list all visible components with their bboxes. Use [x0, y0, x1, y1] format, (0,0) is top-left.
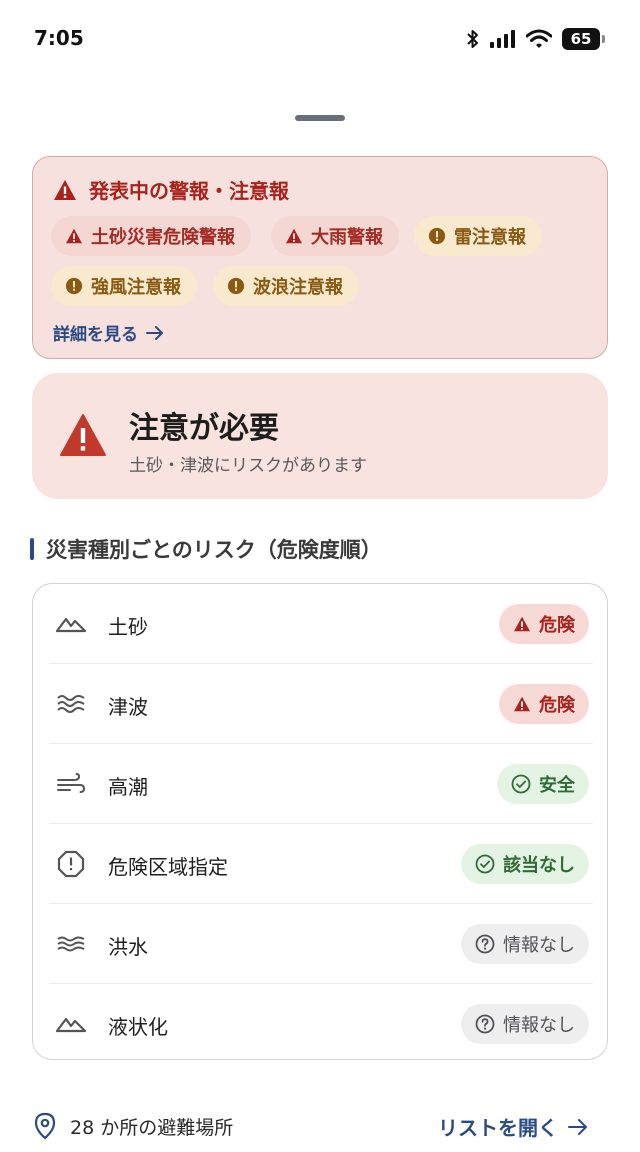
caution-subtitle: 土砂・津波にリスクがあります	[129, 456, 367, 476]
arrow-right-icon	[568, 1118, 587, 1135]
warning-triangle-icon	[514, 616, 530, 632]
risk-row-storm-surge[interactable]: 高潮 安全	[33, 744, 609, 824]
risk-row-hazard-zone[interactable]: 危険区域指定 該当なし	[33, 824, 609, 904]
alerts-header: 発表中の警報・注意報	[53, 175, 289, 204]
section-accent-bar	[30, 538, 34, 560]
details-link-label: 詳細を見る	[53, 325, 138, 345]
chip-label: 雷注意報	[454, 227, 526, 248]
risk-row-liquefaction[interactable]: 液状化 情報なし	[33, 984, 609, 1064]
warning-triangle-icon	[286, 228, 302, 244]
alerts-card[interactable]: 発表中の警報・注意報 土砂災害危険警報 大雨警報 雷注意報 強風注意報 波浪注意…	[32, 156, 608, 359]
chip-label: 波浪注意報	[253, 277, 343, 298]
risk-label: 液状化	[108, 1015, 168, 1039]
badge-label: 情報なし	[503, 935, 575, 956]
alert-circle-icon	[227, 277, 245, 295]
shelter-summary: 28 か所の避難場所	[34, 1112, 233, 1140]
status-bar: 7:05 65	[0, 0, 640, 80]
chip-label: 強風注意報	[91, 277, 181, 298]
alert-chip-thunder-advisory[interactable]: 雷注意報	[414, 216, 542, 256]
bluetooth-icon	[467, 30, 478, 48]
status-badge-no-info: 情報なし	[461, 924, 589, 964]
question-circle-icon	[475, 934, 495, 954]
alerts-title: 発表中の警報・注意報	[89, 179, 289, 203]
phone-screen: 7:05 65 発表中の警報・注意報 土砂災害危険警報 大雨警報 雷注意報 強風…	[0, 0, 640, 1152]
warning-triangle-icon	[54, 179, 76, 200]
alert-circle-icon	[65, 277, 83, 295]
shelter-count-text: 28 か所の避難場所	[70, 1116, 234, 1139]
alert-chip-landslide-warning[interactable]: 土砂災害危険警報	[51, 216, 251, 256]
status-badge-danger: 危険	[499, 684, 589, 724]
badge-label: 危険	[539, 695, 575, 716]
wifi-icon	[526, 29, 552, 48]
badge-label: 情報なし	[503, 1015, 575, 1036]
risk-section-header: 災害種別ごとのリスク（危険度順）	[30, 534, 382, 564]
details-link[interactable]: 詳細を見る	[53, 320, 164, 345]
risk-row-tsunami[interactable]: 津波 危険	[33, 664, 609, 744]
mountain-icon	[55, 609, 87, 639]
chip-label: 大雨警報	[311, 227, 383, 248]
risk-row-flood[interactable]: 洪水 情報なし	[33, 904, 609, 984]
open-list-label: リストを開く	[438, 1116, 558, 1140]
warning-triangle-icon	[60, 414, 106, 456]
risk-label: 危険区域指定	[108, 855, 228, 879]
wind-icon	[55, 769, 87, 799]
status-badge-danger: 危険	[499, 604, 589, 644]
risk-label: 津波	[108, 695, 148, 719]
badge-label: 該当なし	[503, 855, 575, 876]
battery-indicator: 65	[562, 28, 605, 50]
risk-section-title: 災害種別ごとのリスク（危険度順）	[46, 538, 382, 562]
risk-row-landslide[interactable]: 土砂 危険	[33, 584, 609, 664]
risk-list: 土砂 危険 津波 危険 高潮 安全 危険区域指定 該当なし 洪水 情報なし 液状…	[32, 583, 608, 1060]
water-icon	[55, 929, 87, 959]
open-list-link[interactable]: リストを開く	[438, 1112, 588, 1141]
octagon-alert-icon	[55, 849, 87, 879]
status-badge-no-info: 情報なし	[461, 1004, 589, 1044]
risk-label: 洪水	[108, 935, 148, 959]
check-circle-icon	[475, 854, 495, 874]
chip-label: 土砂災害危険警報	[91, 227, 235, 248]
location-pin-icon	[34, 1112, 56, 1140]
alert-chip-wave-advisory[interactable]: 波浪注意報	[213, 266, 359, 306]
status-badge-safe: 安全	[497, 764, 589, 804]
risk-label: 高潮	[108, 775, 148, 799]
status-badge-not-applicable: 該当なし	[461, 844, 589, 884]
caution-title: 注意が必要	[129, 411, 279, 446]
sheet-drag-handle[interactable]	[295, 115, 345, 121]
status-icons: 65	[466, 28, 605, 50]
risk-label: 土砂	[108, 615, 148, 639]
question-circle-icon	[475, 1014, 495, 1034]
arrow-right-icon	[146, 325, 163, 340]
caution-summary-card: 注意が必要 土砂・津波にリスクがあります	[32, 373, 608, 499]
waves-icon	[55, 689, 87, 719]
mountain-icon	[55, 1009, 87, 1039]
status-time: 7:05	[34, 26, 84, 50]
warning-triangle-icon	[66, 228, 82, 244]
warning-triangle-icon	[514, 696, 530, 712]
alert-circle-icon	[428, 227, 446, 245]
badge-label: 安全	[539, 775, 575, 796]
alert-chip-strong-wind-advisory[interactable]: 強風注意報	[51, 266, 197, 306]
badge-label: 危険	[539, 615, 575, 636]
alert-chip-heavy-rain-warning[interactable]: 大雨警報	[271, 216, 399, 256]
signal-icon	[490, 30, 515, 48]
check-circle-icon	[511, 774, 531, 794]
